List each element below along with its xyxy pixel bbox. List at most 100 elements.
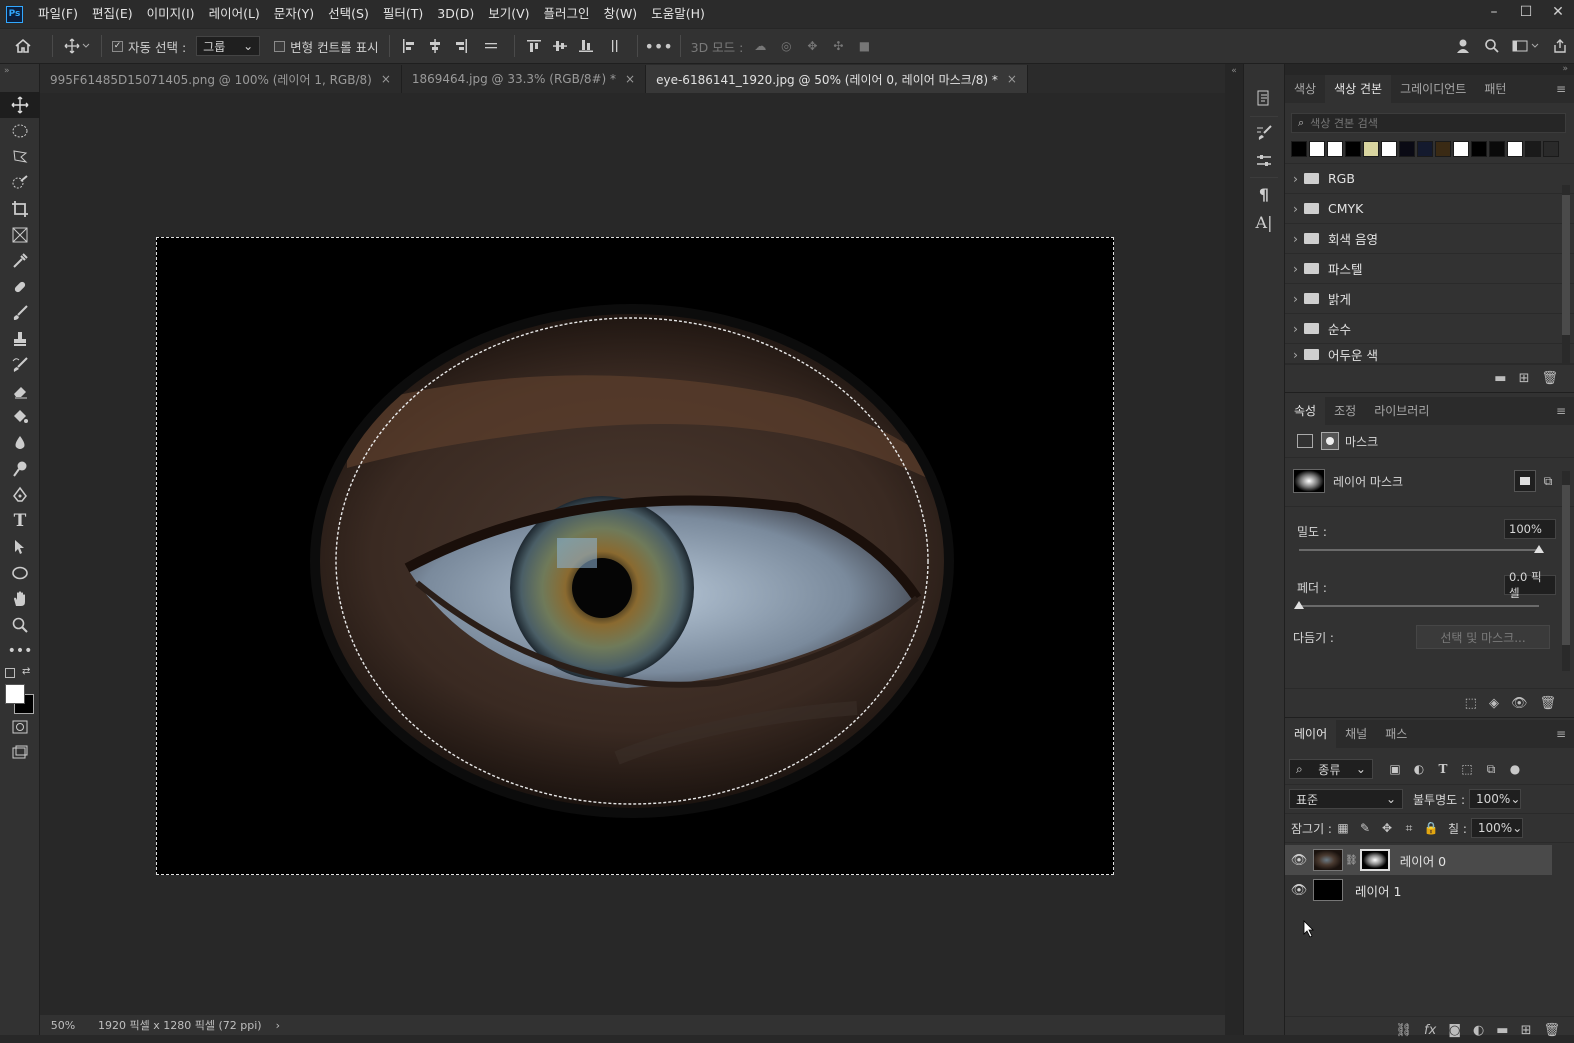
collapse-right-panels-icon[interactable]: » <box>1285 64 1574 75</box>
tab-swatches[interactable]: 색상 견본 <box>1325 75 1392 103</box>
layer-row-0[interactable]: 👁 ⛓ 레이어 0 <box>1285 845 1552 875</box>
color-swatch[interactable] <box>1417 141 1433 157</box>
close-window-icon[interactable]: ✕ <box>1542 0 1574 28</box>
tab-adjustments[interactable]: 조정 <box>1325 397 1365 425</box>
tab-layers[interactable]: 레이어 <box>1285 720 1337 748</box>
load-selection-icon[interactable]: ⬚ <box>1465 696 1477 711</box>
lock-image-icon[interactable]: ✎ <box>1354 821 1376 835</box>
show-transform-checkbox[interactable]: 변형 컨트롤 표시 <box>274 37 379 56</box>
eraser-tool-icon[interactable] <box>0 378 40 404</box>
layer-kind-filter[interactable]: ⌕ 종류 ⌄ <box>1289 759 1373 779</box>
visibility-eye-icon[interactable]: 👁 <box>1285 883 1313 898</box>
3d-scale-icon[interactable]: ■ <box>851 39 877 53</box>
panel-menu-icon[interactable]: ≡ <box>1556 404 1574 418</box>
collapse-toolbox-icon[interactable]: » <box>0 64 39 92</box>
move-tool-icon[interactable] <box>0 92 40 118</box>
color-swatch[interactable] <box>1489 141 1505 157</box>
folder-light[interactable]: › 밝게 <box>1285 284 1574 314</box>
folder-grayscale[interactable]: › 회색 음영 <box>1285 224 1574 254</box>
chevron-right-icon[interactable]: › <box>1293 347 1298 362</box>
density-slider[interactable] <box>1299 549 1539 551</box>
folder-pastel[interactable]: › 파스텔 <box>1285 254 1574 284</box>
add-vector-mask-icon[interactable]: ⧉ <box>1536 474 1560 489</box>
3d-slide-icon[interactable]: ✣ <box>825 39 851 53</box>
document-canvas[interactable] <box>156 237 1114 875</box>
history-brush-icon[interactable] <box>0 352 40 378</box>
swap-colors-icon[interactable]: ⇄ <box>22 666 30 677</box>
align-left-icon[interactable] <box>396 38 422 54</box>
select-and-mask-button[interactable]: 선택 및 마스크... <box>1416 625 1550 649</box>
quick-selection-icon[interactable] <box>0 170 40 196</box>
default-colors-icon[interactable] <box>5 668 15 678</box>
visibility-eye-icon[interactable]: 👁 <box>1511 696 1528 711</box>
adjustments-icon[interactable] <box>1244 147 1284 175</box>
screen-mode-icon[interactable] <box>0 740 40 766</box>
share-icon[interactable] <box>1546 38 1574 54</box>
pen-tool-icon[interactable] <box>0 482 40 508</box>
chevron-right-icon[interactable]: › <box>1293 231 1298 246</box>
swatches-scrollbar[interactable] <box>1562 185 1570 365</box>
delete-mask-icon[interactable]: 🗑 <box>1539 696 1556 711</box>
tab-gradients[interactable]: 그레이디언트 <box>1391 75 1475 103</box>
chevron-right-icon[interactable]: › <box>1293 261 1298 276</box>
tab-channels[interactable]: 채널 <box>1336 720 1376 748</box>
apply-mask-icon[interactable]: ◈ <box>1489 696 1499 711</box>
layer-name[interactable]: 레이어 1 <box>1355 881 1401 900</box>
menu-help[interactable]: 도움말(H) <box>644 0 712 28</box>
history-panel-icon[interactable] <box>1244 82 1284 114</box>
lock-artboard-icon[interactable]: ⌗ <box>1398 821 1420 836</box>
color-swatch[interactable] <box>1381 141 1397 157</box>
filter-pixel-icon[interactable]: ▣ <box>1383 762 1407 776</box>
close-tab-icon[interactable]: × <box>1007 72 1017 86</box>
color-swatch[interactable] <box>1327 141 1343 157</box>
tab-libraries[interactable]: 라이브러리 <box>1365 397 1438 425</box>
folder-pure[interactable]: › 순수 <box>1285 314 1574 344</box>
hand-tool-icon[interactable] <box>0 586 40 612</box>
zoom-tool-icon[interactable] <box>0 612 40 638</box>
tab-paths[interactable]: 패스 <box>1376 720 1416 748</box>
menu-plugins[interactable]: 플러그인 <box>537 0 597 28</box>
color-swatch[interactable] <box>1363 141 1379 157</box>
color-swatch[interactable] <box>1291 141 1307 157</box>
menu-type[interactable]: 문자(Y) <box>267 0 321 28</box>
blur-tool-icon[interactable] <box>0 430 40 456</box>
3d-roll-icon[interactable]: ◎ <box>773 39 799 53</box>
close-tab-icon[interactable]: × <box>381 72 391 86</box>
quick-mask-icon[interactable] <box>0 714 40 740</box>
scrollbar-thumb[interactable] <box>1562 485 1570 645</box>
menu-file[interactable]: 파일(F) <box>31 0 85 28</box>
color-swatch[interactable] <box>1399 141 1415 157</box>
filter-shape-icon[interactable]: ⬚ <box>1455 762 1479 776</box>
path-selection-icon[interactable] <box>0 534 40 560</box>
close-tab-icon[interactable]: × <box>625 72 635 86</box>
panel-menu-icon[interactable]: ≡ <box>1556 727 1574 741</box>
layer-name[interactable]: 레이어 0 <box>1400 851 1446 870</box>
feather-slider[interactable] <box>1299 605 1539 607</box>
healing-brush-icon[interactable] <box>0 274 40 300</box>
edit-toolbar-icon[interactable]: ••• <box>0 638 40 664</box>
layer-row-1[interactable]: 👁 레이어 1 <box>1285 875 1552 905</box>
elliptical-marquee-icon[interactable] <box>0 118 40 144</box>
new-group-icon[interactable]: ▬ <box>1494 371 1506 386</box>
lock-position-icon[interactable]: ✥ <box>1376 821 1398 835</box>
folder-dark[interactable]: › 어두운 색 <box>1285 344 1574 365</box>
filter-toggle-icon[interactable]: ● <box>1503 762 1527 776</box>
tab-document-1[interactable]: 995F61485D15071405.png @ 100% (레이어 1, RG… <box>40 65 402 93</box>
select-pixel-mask-icon[interactable] <box>1514 470 1536 492</box>
paragraph-panel-icon[interactable]: ¶ <box>1244 180 1284 208</box>
ellipse-tool-icon[interactable] <box>0 560 40 586</box>
menu-select[interactable]: 선택(S) <box>321 0 376 28</box>
new-layer-icon[interactable]: ⊞ <box>1521 1023 1532 1038</box>
menu-filter[interactable]: 필터(T) <box>376 0 430 28</box>
mask-thumbnail[interactable] <box>1293 469 1325 493</box>
new-adjustment-icon[interactable]: ◐ <box>1473 1023 1484 1038</box>
auto-select-checkbox[interactable]: ✓ 자동 선택 : <box>112 37 186 56</box>
opacity-input[interactable]: 100% ⌄ <box>1469 789 1522 809</box>
chevron-right-icon[interactable]: › <box>1293 171 1298 186</box>
align-top-icon[interactable] <box>521 38 547 54</box>
frame-tool-icon[interactable] <box>0 222 40 248</box>
foreground-color-swatch[interactable] <box>5 684 25 704</box>
menu-image[interactable]: 이미지(I) <box>140 0 202 28</box>
search-icon[interactable] <box>1478 38 1506 54</box>
density-slider-knob[interactable] <box>1534 545 1544 553</box>
